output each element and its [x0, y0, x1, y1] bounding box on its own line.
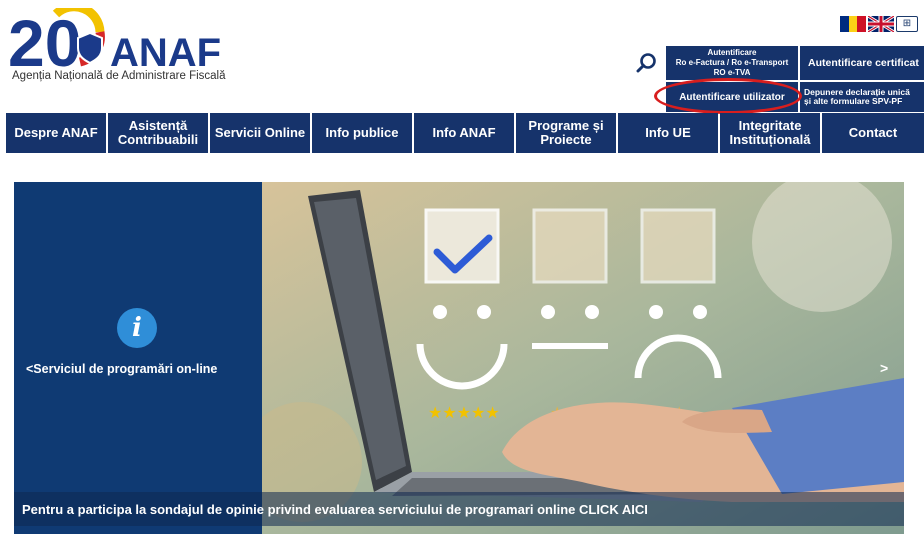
declaration-line: și alte formulare SPV-PF — [804, 96, 903, 106]
nav-asistenta[interactable]: Asistență Contribuabili — [108, 113, 208, 153]
auth-certificate-button[interactable]: Autentificare certificat — [800, 46, 924, 80]
carousel-prev-panel[interactable] — [14, 182, 262, 534]
carousel-next-arrow[interactable]: > — [880, 360, 888, 376]
sitemap-icon[interactable]: ⊞ — [896, 16, 918, 32]
search-icon[interactable] — [636, 52, 658, 74]
nav-contact[interactable]: Contact — [822, 113, 924, 153]
nav-info-publice[interactable]: Info publice — [312, 113, 412, 153]
nav-info-anaf[interactable]: Info ANAF — [414, 113, 514, 153]
logo-subtitle: Agenția Națională de Administrare Fiscal… — [12, 70, 226, 82]
auth-efactura-line: Autentificare — [707, 48, 757, 57]
auth-efactura-button[interactable]: Autentificare Ro e-Factura / Ro e-Transp… — [666, 46, 798, 80]
main-nav: Despre ANAF Asistență Contribuabili Serv… — [6, 113, 924, 153]
info-icon: i — [117, 308, 157, 348]
survey-banner-image[interactable]: ★★★★★ ★★★ ★ — [262, 182, 904, 534]
nav-info-ue[interactable]: Info UE — [618, 113, 718, 153]
language-switcher: ⊞ — [840, 16, 918, 32]
nav-servicii-online[interactable]: Servicii Online — [210, 113, 310, 153]
nav-programe[interactable]: Programe și Proiecte — [516, 113, 616, 153]
uk-flag-icon[interactable] — [868, 16, 894, 32]
auth-user-button[interactable]: Autentificare utilizator — [666, 82, 798, 112]
auth-efactura-line: Ro e-Factura / Ro e-Transport — [675, 58, 789, 67]
logo-brand: ANAF — [110, 31, 221, 75]
nav-despre-anaf[interactable]: Despre ANAF — [6, 113, 106, 153]
survey-caption-link[interactable]: Pentru a participa la sondajul de opinie… — [22, 502, 648, 517]
auth-efactura-line: RO e-TVA — [713, 68, 751, 77]
carousel-prev-link[interactable]: <Serviciul de programări on-line — [26, 362, 217, 376]
nav-integritate[interactable]: Integritate Instituțională — [720, 113, 820, 153]
declaration-submit-button[interactable]: Depunere declarație unică și alte formul… — [800, 82, 924, 112]
rating-stars: ★★★★★ — [428, 403, 500, 422]
romanian-flag-icon[interactable] — [840, 16, 866, 32]
hero-carousel: i <Serviciul de programări on-line ★★★★★… — [14, 182, 904, 534]
